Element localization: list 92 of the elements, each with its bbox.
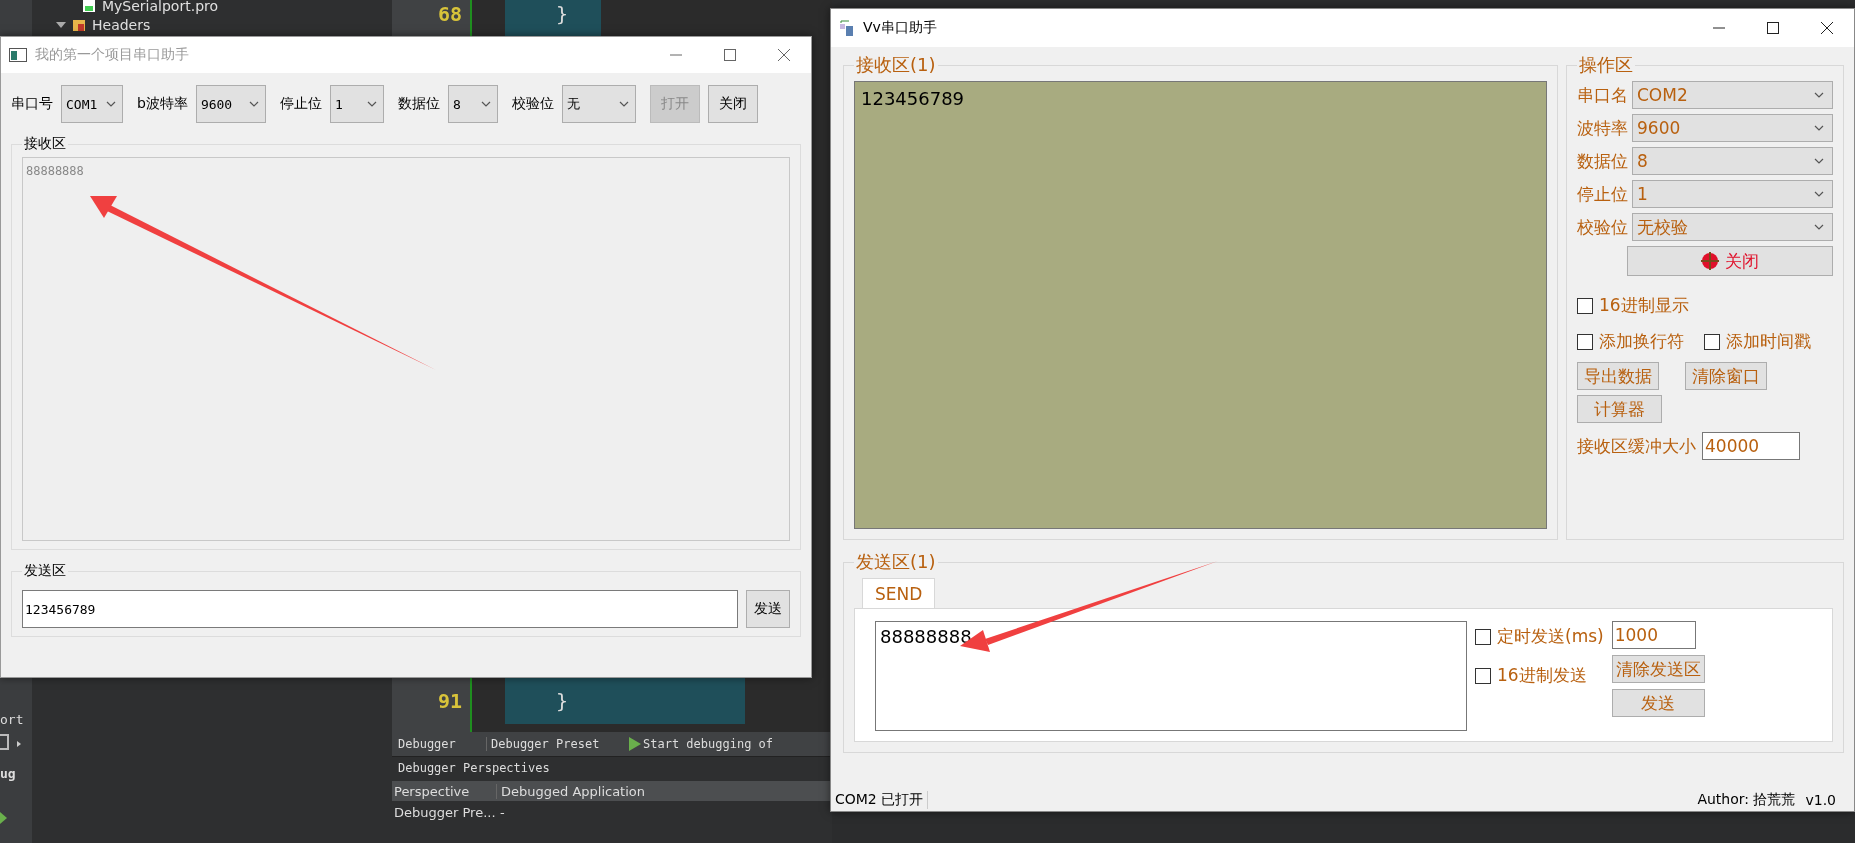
setting-label: 数据位	[1577, 149, 1628, 173]
checkbox-label[interactable]: 16进制显示	[1599, 294, 1689, 317]
checkbox-label[interactable]: 添加换行符	[1599, 330, 1684, 353]
send-input[interactable]: 123456789	[22, 590, 738, 628]
line-number: 68	[436, 2, 462, 26]
author-text: Author: 拾荒荒	[1697, 791, 1796, 809]
dropdown[interactable]: 无	[561, 85, 636, 123]
group-title: 接收区(1)	[855, 53, 937, 77]
dropdown[interactable]: 9600	[195, 85, 266, 123]
table-cell-text: Debugger Pre...	[393, 804, 496, 820]
checkbox[interactable]	[1475, 667, 1491, 684]
caret-icon	[1814, 191, 1824, 197]
buffer-size-input[interactable]: 40000	[1702, 432, 1800, 460]
tree-item[interactable]: Headers	[92, 16, 151, 33]
dropdown[interactable]: 无校验	[1632, 213, 1833, 241]
dropdown[interactable]: COM2	[1632, 81, 1833, 109]
setting-label: 数据位	[397, 95, 440, 113]
file-icon	[82, 0, 96, 13]
play-icon[interactable]	[0, 812, 8, 824]
setting-label: 停止位	[1577, 182, 1628, 206]
send-button[interactable]: 发送	[1611, 689, 1705, 717]
checkbox[interactable]	[1577, 297, 1593, 314]
group-title: 操作区	[1578, 53, 1634, 77]
start-debugging-button[interactable]: Start debugging of	[643, 737, 774, 751]
group-title: 发送区	[23, 562, 67, 580]
preset-selector[interactable]: Debugger Preset	[486, 737, 621, 751]
sidebar-label[interactable]: ug	[0, 766, 16, 781]
setting-label: 校验位	[1577, 215, 1628, 239]
setting-label: 校验位	[511, 95, 554, 113]
setting-label: 波特率	[1577, 116, 1628, 140]
checkbox-label[interactable]: 定时发送(ms)	[1497, 625, 1604, 648]
checkbox[interactable]	[1704, 333, 1720, 350]
close-icon[interactable]	[1821, 22, 1833, 34]
caret-icon	[248, 101, 259, 107]
group-title: 接收区	[23, 135, 67, 153]
caret-icon	[1814, 125, 1824, 131]
interval-input[interactable]: 1000	[1611, 621, 1696, 649]
app-icon	[839, 20, 855, 36]
setting-label: 串口名	[1577, 83, 1628, 107]
caret-icon	[106, 101, 116, 107]
dropdown[interactable]: 8	[1632, 147, 1833, 175]
tab[interactable]: SEND	[862, 578, 936, 608]
sidebar-label[interactable]: ort	[0, 712, 24, 727]
table-cell-text: -	[499, 804, 505, 820]
perspective-selector[interactable]: Debugger	[398, 737, 478, 751]
maximize-icon[interactable]	[1767, 22, 1779, 34]
window-title: 我的第一个项目串口助手	[35, 46, 189, 64]
setting-label: b波特率	[137, 95, 188, 113]
version-text: v1.0	[1805, 792, 1836, 808]
caret-icon	[1814, 224, 1824, 230]
buffer-size-label: 接收区缓冲大小	[1577, 434, 1696, 458]
calculator-button[interactable]: 计算器	[1577, 395, 1662, 423]
caret-icon	[618, 101, 629, 107]
status-text: COM2 已打开	[835, 791, 929, 809]
column-header: Debugged Application	[500, 783, 646, 799]
group-title: 发送区(1)	[855, 550, 937, 574]
dropdown[interactable]: COM1	[61, 85, 123, 123]
clear-send-button[interactable]: 清除发送区	[1611, 655, 1705, 683]
receive-text-area[interactable]: 123456789	[854, 81, 1547, 529]
action-button[interactable]: 导出数据	[1577, 362, 1659, 390]
send-text-area[interactable]: 88888888	[875, 621, 1467, 731]
caret-icon	[366, 101, 377, 107]
setting-label: 停止位	[279, 95, 322, 113]
close-port-button[interactable]: 关闭	[707, 85, 758, 123]
checkbox-label[interactable]: 16进制发送	[1497, 664, 1587, 687]
send-button[interactable]: 发送	[746, 590, 790, 628]
dropdown[interactable]: 8	[447, 85, 498, 123]
tree-item[interactable]: MySerialport.pro	[102, 0, 219, 14]
receive-text-area[interactable]: 88888888	[22, 157, 790, 541]
line-number: 91	[436, 689, 462, 713]
window-title: Vv串口助手	[863, 19, 937, 37]
dropdown[interactable]: 1	[1632, 180, 1833, 208]
app-icon	[9, 48, 27, 62]
panel-title: Debugger Perspectives	[397, 760, 551, 777]
dropdown[interactable]: 1	[329, 85, 384, 123]
checkbox-label[interactable]: 添加时间戳	[1726, 330, 1811, 353]
setting-label: 串口号	[11, 95, 53, 113]
debug-start-icon[interactable]	[629, 737, 641, 751]
caret-icon	[480, 101, 491, 107]
code-line: }	[556, 689, 569, 713]
caret-icon	[1814, 92, 1824, 98]
dropdown[interactable]: 9600	[1632, 114, 1833, 142]
checkbox[interactable]	[1475, 628, 1491, 645]
folder-icon	[72, 17, 86, 32]
column-header: Perspective	[392, 783, 497, 799]
target-icon	[1701, 252, 1719, 270]
checkbox[interactable]	[1577, 333, 1593, 350]
expand-arrow-icon[interactable]	[56, 20, 66, 29]
action-button[interactable]: 清除窗口	[1685, 362, 1767, 390]
caret-icon	[1814, 158, 1824, 164]
code-line: }	[556, 2, 569, 26]
close-port-button[interactable]: 关闭	[1627, 246, 1833, 276]
